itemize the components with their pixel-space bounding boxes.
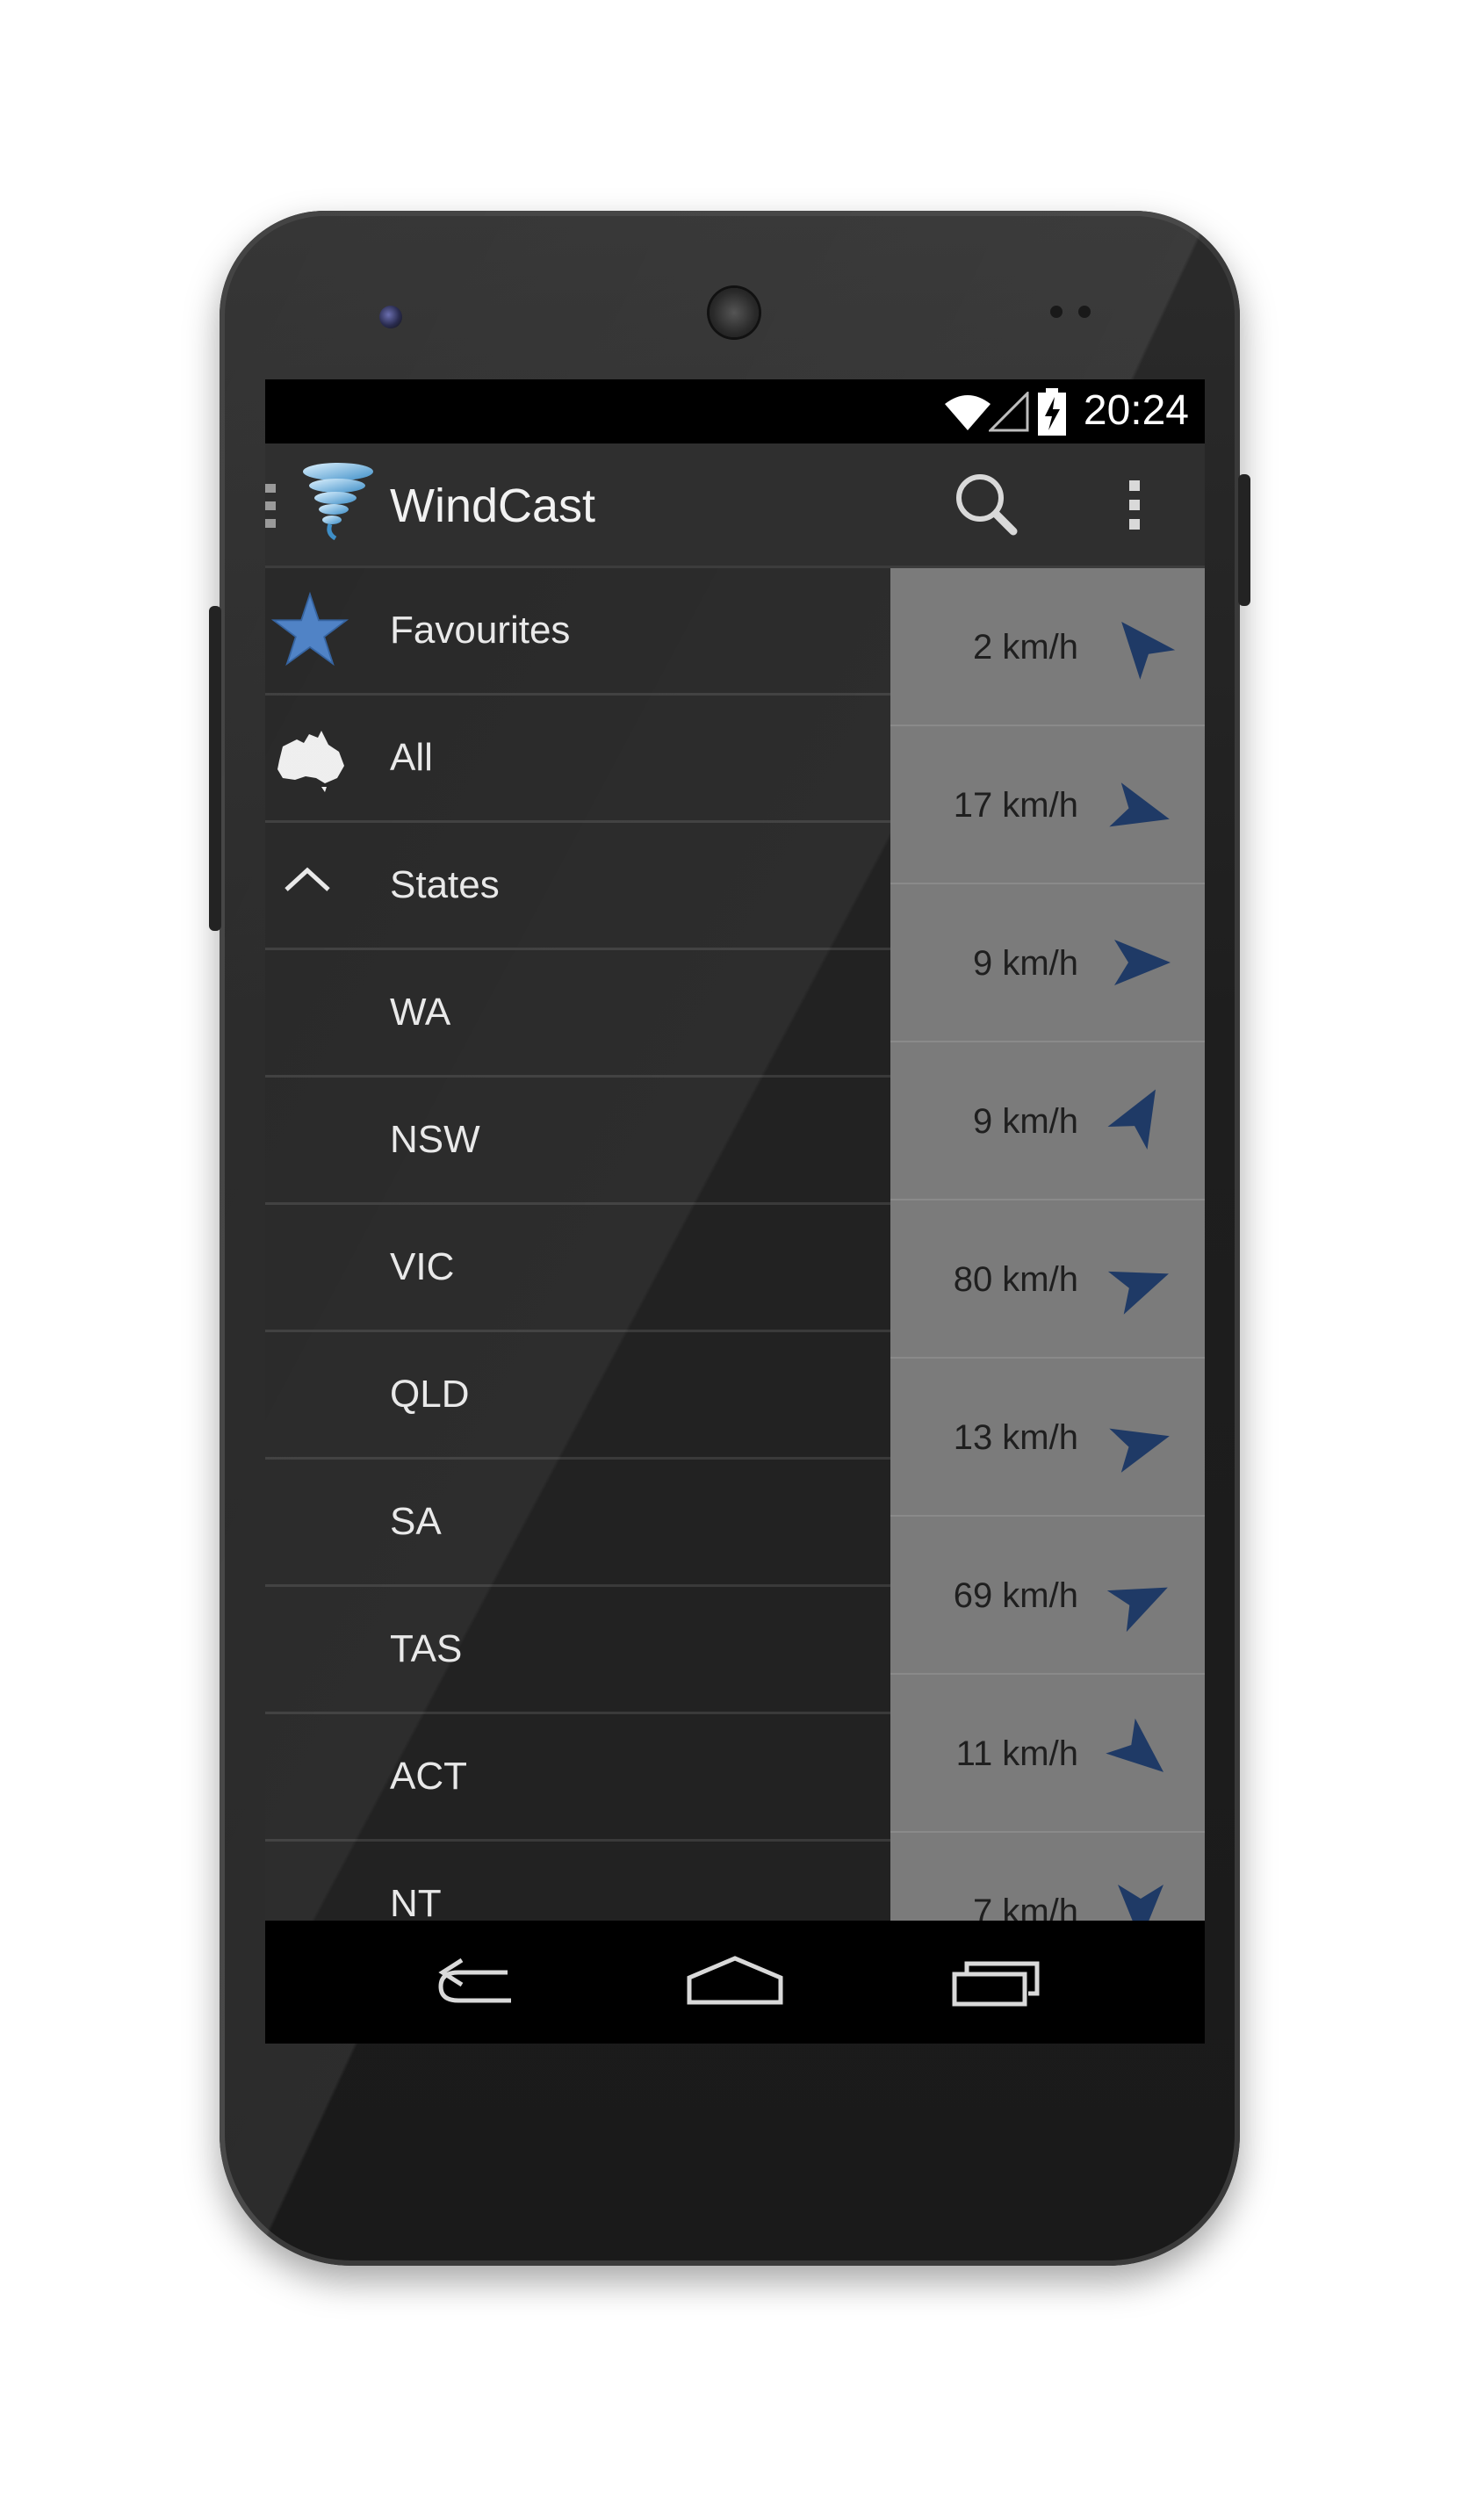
wind-speed: 69 km/h [953,1576,1078,1615]
drawer-item-all[interactable]: All [265,696,890,823]
wind-row[interactable]: 9 km/h [890,1042,1205,1200]
chevron-up-icon [285,867,330,891]
wind-direction-arrow-icon [1107,1089,1156,1150]
wind-speed: 17 km/h [953,786,1078,825]
drawer-item-nsw[interactable]: NSW [265,1078,890,1205]
drawer-item-sa[interactable]: SA [265,1460,890,1587]
drawer-item-vic[interactable]: VIC [265,1205,890,1332]
wind-direction-arrow-icon [1121,621,1176,680]
phone-screen: 20:24 WindCast 2 km/h 17 km/h 9 km/h 9 k… [265,379,1205,2044]
earpiece-speaker [710,288,759,337]
wind-speed: 2 km/h [972,628,1078,667]
recents-icon[interactable] [946,1951,1051,2013]
power-button [1238,474,1250,606]
wind-direction-arrow-icon [1106,1718,1164,1772]
drawer-item-act[interactable]: ACT [265,1714,890,1842]
drawer-item-label: NT [390,1882,442,1925]
front-camera [379,306,402,328]
app-title: WindCast [390,479,596,532]
drawer-item-label: SA [390,1500,442,1543]
action-bar: WindCast [265,443,1205,568]
wind-row[interactable]: 11 km/h [890,1675,1205,1833]
wind-speed: 11 km/h [955,1734,1078,1773]
overflow-menu-icon[interactable] [1091,461,1178,549]
battery-charging-icon [1038,388,1066,436]
signal-icon [989,392,1029,432]
wind-row[interactable]: 13 km/h [890,1359,1205,1517]
drawer-item-label: NSW [390,1118,480,1161]
search-icon[interactable] [941,461,1029,549]
home-icon[interactable] [682,1951,788,2013]
australia-map-icon [277,731,344,792]
wind-row[interactable]: 17 km/h [890,726,1205,884]
drawer-item-label: TAS [390,1627,463,1670]
wind-speed: 13 km/h [953,1418,1078,1457]
status-bar: 20:24 [265,379,1205,443]
drawer-item-qld[interactable]: QLD [265,1332,890,1460]
drawer-item-label: States [390,863,500,906]
status-time: 20:24 [1083,387,1189,434]
wind-direction-arrow-icon [1114,940,1171,985]
drawer-item-wa[interactable]: WA [265,950,890,1078]
wind-speed: 9 km/h [972,944,1078,983]
light-sensor [1078,306,1091,318]
drawer-item-states[interactable]: States [265,823,890,950]
wind-direction-arrow-icon [1109,1428,1170,1473]
wind-direction-arrow-icon [1109,782,1170,827]
drawer-item-label: ACT [390,1755,467,1798]
drawer-item-label: QLD [390,1373,470,1416]
wind-direction-arrow-icon [1106,1587,1168,1633]
volume-button [209,606,221,931]
tornado-logo-icon[interactable] [300,461,376,540]
drawer-item-label: VIC [390,1245,455,1288]
drawer-item-label: Favourites [390,609,571,652]
proximity-sensor [1050,306,1063,318]
wind-direction-arrow-icon [1107,1271,1169,1315]
wifi-icon [945,395,991,430]
drawer-indicator-icon[interactable] [265,484,277,528]
drawer-item-label: All [390,736,433,779]
wind-speed: 9 km/h [972,1102,1078,1141]
wind-row[interactable]: 9 km/h [890,884,1205,1042]
wind-row[interactable]: 69 km/h [890,1517,1205,1675]
drawer-item-favourites[interactable]: Favourites [265,568,890,696]
wind-row[interactable]: 2 km/h [890,568,1205,726]
drawer-item-label: WA [390,991,451,1034]
system-nav-bar [265,1921,1205,2044]
back-icon[interactable] [423,1951,529,2013]
wind-list[interactable]: 2 km/h 17 km/h 9 km/h 9 km/h 80 km/h 13 … [890,568,1205,2008]
star-icon [270,591,349,667]
drawer-item-tas[interactable]: TAS [265,1587,890,1714]
navigation-drawer: Favourites All States WA NSW VIC QLD SA … [265,568,890,2008]
wind-row[interactable]: 80 km/h [890,1200,1205,1359]
wind-speed: 80 km/h [953,1260,1078,1299]
